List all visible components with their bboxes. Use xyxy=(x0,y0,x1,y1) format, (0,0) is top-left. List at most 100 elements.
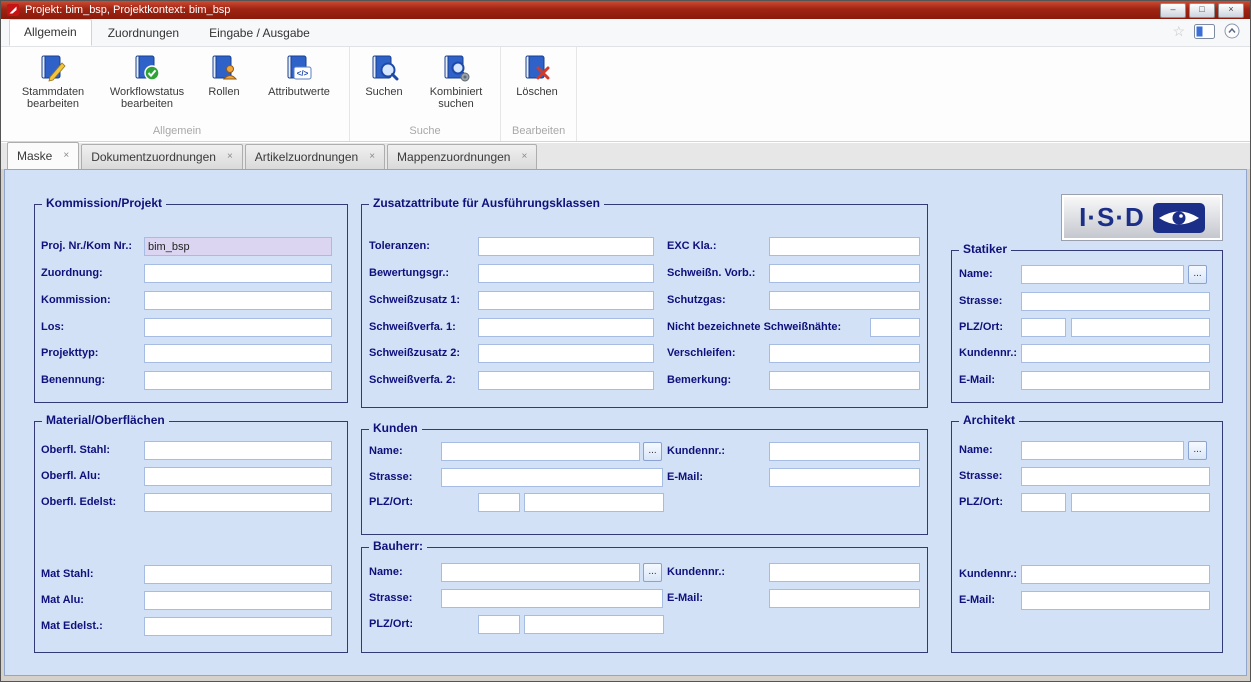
oberfl-stahl-input[interactable] xyxy=(144,441,332,460)
bemerkung-input[interactable] xyxy=(769,371,920,390)
kunden-plz-input[interactable] xyxy=(478,493,520,512)
mat-stahl-label: Mat Stahl: xyxy=(41,568,94,580)
statiker-browse-button[interactable]: ... xyxy=(1188,265,1207,284)
app-logo-icon xyxy=(7,4,19,16)
statiker-email-input[interactable] xyxy=(1021,371,1210,390)
button-label: Kombiniert suchen xyxy=(420,86,492,110)
architekt-browse-button[interactable]: ... xyxy=(1188,441,1207,460)
oberfl-edelst-input[interactable] xyxy=(144,493,332,512)
toleranzen-input[interactable] xyxy=(478,237,654,256)
architekt-strasse-input[interactable] xyxy=(1021,467,1210,486)
bauherr-kundennr-input[interactable] xyxy=(769,563,920,582)
schweissn-vorb-input[interactable] xyxy=(769,264,920,283)
ribbon-tab-allgemein[interactable]: Allgemein xyxy=(9,19,92,46)
search-button[interactable]: Suchen xyxy=(354,49,414,100)
close-tab-icon[interactable]: × xyxy=(63,151,69,161)
architekt-ort-input[interactable] xyxy=(1071,493,1210,512)
kunden-kundennr-input[interactable] xyxy=(769,442,920,461)
architekt-name-input[interactable] xyxy=(1021,441,1184,460)
roles-button[interactable]: Rollen xyxy=(197,49,251,100)
group-title: Material/Oberflächen xyxy=(42,413,169,427)
schweissnaehte-label: Nicht bezeichnete Schweißnähte: xyxy=(667,321,841,333)
close-icon[interactable]: × xyxy=(1218,3,1244,18)
bewertungsgr-input[interactable] xyxy=(478,264,654,283)
tab-maske[interactable]: Maske × xyxy=(7,142,79,169)
isd-logo: I·S·D xyxy=(1061,194,1223,241)
schweissn-vorb-label: Schweißn. Vorb.: xyxy=(667,267,755,279)
architekt-plz-input[interactable] xyxy=(1021,493,1066,512)
architekt-email-input[interactable] xyxy=(1021,591,1210,610)
bauherr-ort-input[interactable] xyxy=(524,615,664,634)
mat-alu-label: Mat Alu: xyxy=(41,594,84,606)
group-title: Architekt xyxy=(959,413,1019,427)
tab-label: Mappenzuordnungen xyxy=(397,150,510,164)
zuordnung-input[interactable] xyxy=(144,264,332,283)
title-bar[interactable]: Projekt: bim_bsp, Projektkontext: bim_bs… xyxy=(1,1,1250,19)
tab-dokumentzuordnungen[interactable]: Dokumentzuordnungen × xyxy=(81,144,243,169)
schweissnaehte-input[interactable] xyxy=(870,318,920,337)
schweisszusatz1-input[interactable] xyxy=(478,291,654,310)
statiker-kundennr-input[interactable] xyxy=(1021,344,1210,363)
tab-mappenzuordnungen[interactable]: Mappenzuordnungen × xyxy=(387,144,537,169)
bauherr-plzort-label: PLZ/Ort: xyxy=(369,618,413,630)
minimize-icon[interactable]: – xyxy=(1160,3,1186,18)
architekt-email-label: E-Mail: xyxy=(959,594,995,606)
exc-kla-label: EXC Kla.: xyxy=(667,240,717,252)
projekttyp-input[interactable] xyxy=(144,344,332,363)
favorite-star-icon[interactable]: ☆ xyxy=(1172,24,1185,38)
proj-nr-input[interactable] xyxy=(144,237,332,256)
schweisszusatz2-label: Schweißzusatz 2: xyxy=(369,347,460,359)
group-title: Zusatzattribute für Ausführungsklassen xyxy=(369,196,604,210)
ribbon-tab-eingabe-ausgabe[interactable]: Eingabe / Ausgabe xyxy=(195,21,324,46)
button-label: Suchen xyxy=(365,86,402,98)
delete-button[interactable]: Löschen xyxy=(505,49,569,100)
ribbon-tab-zuordnungen[interactable]: Zuordnungen xyxy=(94,21,193,46)
bauherr-strasse-label: Strasse: xyxy=(369,592,412,604)
benennung-label: Benennung: xyxy=(41,374,105,386)
ribbon-corner-controls: ☆ xyxy=(1172,23,1240,39)
statiker-ort-input[interactable] xyxy=(1071,318,1210,337)
mat-alu-input[interactable] xyxy=(144,591,332,610)
edit-master-data-button[interactable]: Stammdaten bearbeiten xyxy=(9,49,97,112)
collapse-ribbon-icon[interactable] xyxy=(1224,23,1240,39)
edit-master-data-icon xyxy=(38,53,68,83)
statiker-name-input[interactable] xyxy=(1021,265,1184,284)
benennung-input[interactable] xyxy=(144,371,332,390)
schweisszusatz2-input[interactable] xyxy=(478,344,654,363)
kunden-name-input[interactable] xyxy=(441,442,640,461)
bauherr-strasse-input[interactable] xyxy=(441,589,663,608)
combined-search-button[interactable]: Kombiniert suchen xyxy=(416,49,496,112)
verschleifen-input[interactable] xyxy=(769,344,920,363)
schutzgas-input[interactable] xyxy=(769,291,920,310)
statiker-strasse-input[interactable] xyxy=(1021,292,1210,311)
bauherr-browse-button[interactable]: ... xyxy=(643,563,662,582)
kunden-strasse-input[interactable] xyxy=(441,468,663,487)
mat-edelst-input[interactable] xyxy=(144,617,332,636)
statiker-plz-input[interactable] xyxy=(1021,318,1066,337)
kunden-kundennr-label: Kundennr.: xyxy=(667,445,725,457)
bauherr-plz-input[interactable] xyxy=(478,615,520,634)
kunden-email-input[interactable] xyxy=(769,468,920,487)
search-icon xyxy=(369,53,399,83)
close-tab-icon[interactable]: × xyxy=(521,152,527,162)
schweissverfa1-input[interactable] xyxy=(478,318,654,337)
attribute-values-button[interactable]: </> Attributwerte xyxy=(253,49,345,100)
los-input[interactable] xyxy=(144,318,332,337)
architekt-kundennr-input[interactable] xyxy=(1021,565,1210,584)
kunden-browse-button[interactable]: ... xyxy=(643,442,662,461)
schweissverfa2-input[interactable] xyxy=(478,371,654,390)
close-tab-icon[interactable]: × xyxy=(369,152,375,162)
statiker-kundennr-label: Kundennr.: xyxy=(959,347,1017,359)
mat-stahl-input[interactable] xyxy=(144,565,332,584)
kommission-input[interactable] xyxy=(144,291,332,310)
oberfl-alu-input[interactable] xyxy=(144,467,332,486)
bauherr-email-input[interactable] xyxy=(769,589,920,608)
panel-icon[interactable] xyxy=(1194,24,1215,39)
exc-kla-input[interactable] xyxy=(769,237,920,256)
edit-workflow-status-button[interactable]: Workflowstatus bearbeiten xyxy=(99,49,195,112)
kunden-ort-input[interactable] xyxy=(524,493,664,512)
close-tab-icon[interactable]: × xyxy=(227,152,233,162)
maximize-icon[interactable]: □ xyxy=(1189,3,1215,18)
bauherr-name-input[interactable] xyxy=(441,563,640,582)
tab-artikelzuordnungen[interactable]: Artikelzuordnungen × xyxy=(245,144,385,169)
